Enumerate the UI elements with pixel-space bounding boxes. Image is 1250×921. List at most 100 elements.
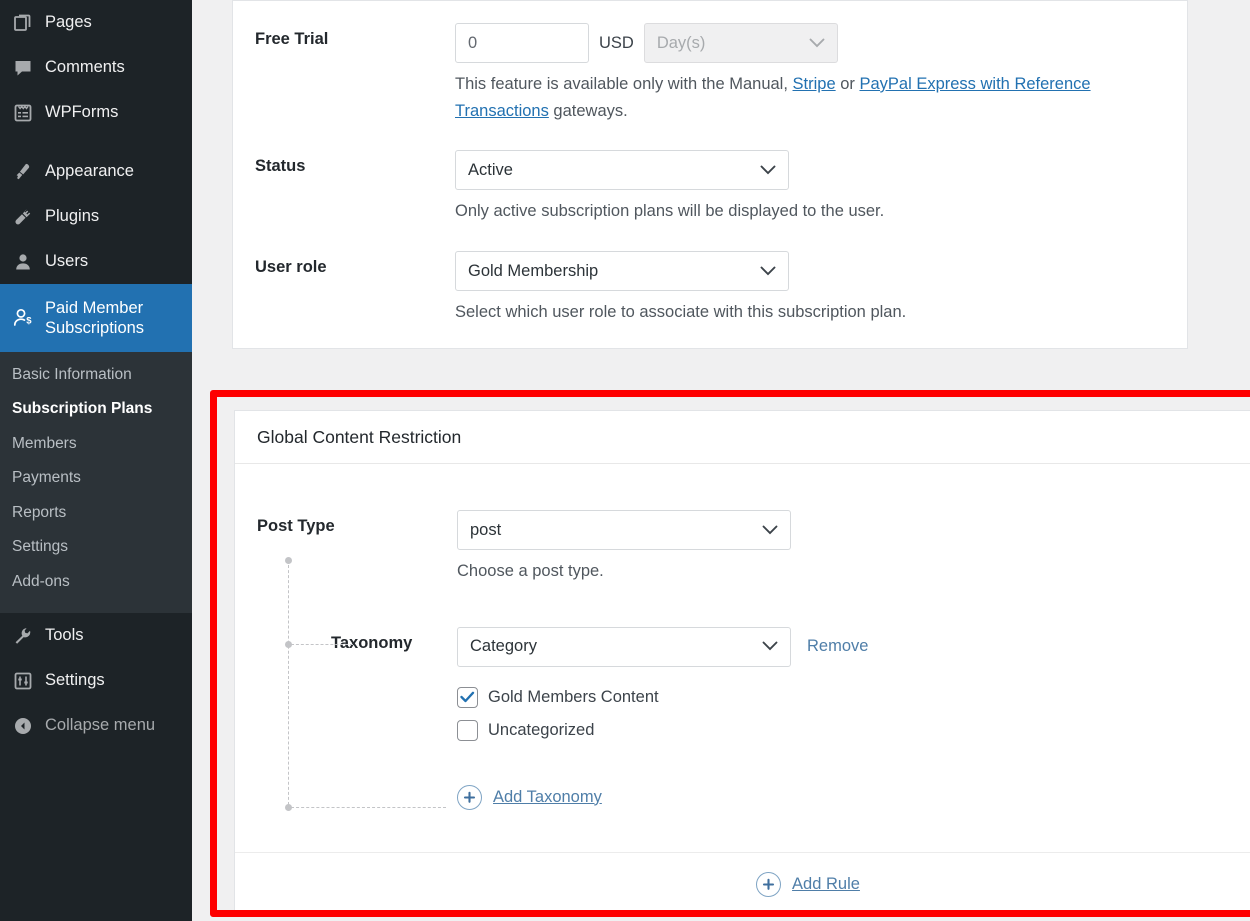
tree-branch-taxonomy — [291, 644, 353, 645]
taxonomy-term-label: Gold Members Content — [488, 687, 659, 706]
sidebar-item-plugins[interactable]: Plugins — [0, 194, 192, 239]
chevron-down-icon — [762, 639, 778, 654]
plugins-icon — [12, 206, 34, 228]
comments-icon — [12, 57, 34, 79]
free-trial-amount-input[interactable]: 0 — [455, 23, 589, 63]
admin-sidebar: Pages Comments WPForms Appearance Plugin… — [0, 0, 192, 921]
sidebar-active-label-line1: Paid Member — [45, 298, 144, 317]
sidebar-item-label: Paid Member Subscriptions — [45, 298, 144, 338]
sidebar-item-basic-information[interactable]: Basic Information — [0, 358, 192, 392]
free-trial-label: Free Trial — [255, 30, 329, 48]
field-row-post-type: Post Type post Choose a post type. — [235, 510, 1250, 585]
sidebar-item-users[interactable]: Users — [0, 239, 192, 284]
chevron-down-icon — [760, 264, 776, 279]
add-rule-button[interactable]: Add Rule — [756, 871, 860, 897]
sidebar-item-label: Plugins — [45, 207, 100, 225]
chevron-down-icon — [762, 523, 778, 538]
tree-branch-add-taxonomy — [291, 807, 446, 808]
paid-member-subscriptions-icon: $ — [12, 307, 34, 329]
plus-circle-icon — [457, 784, 482, 810]
free-trial-period-value: Day(s) — [656, 33, 706, 52]
free-trial-hint-after: gateways. — [548, 101, 628, 120]
free-trial-hint-mid: or — [835, 75, 860, 93]
field-row-status: Status Active Only active subscription p… — [233, 124, 1187, 225]
chevron-down-icon — [809, 36, 825, 51]
sidebar-item-paid-member-subscriptions[interactable]: $ Paid Member Subscriptions — [0, 284, 192, 352]
taxonomy-controls: Category Remove — [457, 626, 1250, 667]
sidebar-item-wpforms[interactable]: WPForms — [0, 90, 192, 135]
field-row-free-trial: Free Trial 0 USD Day(s) This feature is … — [233, 1, 1187, 124]
taxonomy-term-label: Uncategorized — [488, 720, 595, 739]
wpforms-icon — [12, 102, 34, 124]
sidebar-active-label-line2: Subscriptions — [45, 319, 145, 337]
user-role-select[interactable]: Gold Membership — [455, 251, 789, 292]
stripe-link[interactable]: Stripe — [793, 75, 836, 93]
global-content-restriction-panel: Global Content Restriction Post Type pos… — [234, 410, 1250, 917]
restriction-rule: Post Type post Choose a post type. Taxon… — [235, 464, 1250, 852]
wordpress-admin-screen: Pages Comments WPForms Appearance Plugin… — [0, 0, 1250, 921]
sidebar-item-members[interactable]: Members — [0, 427, 192, 461]
sidebar-item-payments[interactable]: Payments — [0, 461, 192, 495]
field-row-taxonomy: Taxonomy Category Remove Gold Members Co… — [235, 585, 1250, 741]
free-trial-currency-label: USD — [599, 33, 634, 52]
free-trial-hint: This feature is available only with the … — [455, 63, 1155, 124]
sidebar-item-label: Appearance — [45, 162, 134, 180]
sidebar-item-comments[interactable]: Comments — [0, 45, 192, 90]
user-role-value: Gold Membership — [468, 261, 599, 280]
users-icon — [12, 251, 34, 273]
sidebar-item-appearance[interactable]: Appearance — [0, 149, 192, 194]
sidebar-item-add-ons[interactable]: Add-ons — [0, 565, 192, 599]
sidebar-item-label: Users — [45, 252, 89, 270]
sidebar-item-settings-main[interactable]: Settings — [0, 658, 192, 703]
chevron-down-icon — [760, 163, 776, 178]
rule-fields: Post Type post Choose a post type. Taxon… — [235, 464, 1250, 852]
sidebar-item-label: Settings — [45, 671, 105, 690]
add-rule-label: Add Rule — [792, 874, 860, 893]
sidebar-item-label: Pages — [45, 13, 92, 31]
panel-footer: Add Rule — [235, 851, 1250, 916]
post-type-select[interactable]: post — [457, 510, 791, 550]
add-taxonomy-row: Add Taxonomy — [235, 741, 1250, 852]
sidebar-item-reports[interactable]: Reports — [0, 496, 192, 530]
main-content: Free Trial 0 USD Day(s) This feature is … — [192, 0, 1250, 921]
sidebar-item-tools[interactable]: Tools — [0, 613, 192, 658]
sidebar-item-label: WPForms — [45, 103, 119, 121]
free-trial-hint-before: This feature is available only with the … — [455, 75, 793, 93]
appearance-icon — [12, 161, 34, 183]
tools-icon — [12, 625, 34, 647]
checkbox-uncategorized[interactable] — [457, 719, 478, 741]
add-taxonomy-button[interactable]: Add Taxonomy — [457, 784, 1250, 810]
pages-icon — [12, 12, 34, 34]
sidebar-item-pages[interactable]: Pages — [0, 0, 192, 45]
field-row-user-role: User role Gold Membership Select which u… — [233, 225, 1187, 326]
free-trial-period-select[interactable]: Day(s) — [643, 23, 838, 63]
taxonomy-select[interactable]: Category — [457, 626, 791, 667]
taxonomy-value: Category — [470, 637, 537, 656]
status-label: Status — [255, 157, 306, 176]
collapse-icon — [12, 715, 34, 737]
tree-connector-line — [288, 560, 289, 810]
sidebar-item-settings[interactable]: Settings — [0, 530, 192, 564]
sidebar-item-collapse-menu[interactable]: Collapse menu — [0, 703, 192, 748]
tree-dot-post-type — [285, 557, 292, 564]
panel-body: Post Type post Choose a post type. Taxon… — [235, 464, 1250, 916]
settings-icon — [12, 670, 34, 692]
sidebar-item-label: Tools — [45, 626, 84, 645]
svg-text:$: $ — [26, 316, 32, 327]
sidebar-item-subscription-plans[interactable]: Subscription Plans — [0, 392, 192, 426]
status-select[interactable]: Active — [455, 150, 789, 191]
subscription-plan-card: Free Trial 0 USD Day(s) This feature is … — [232, 0, 1188, 349]
checkbox-gold-members-content[interactable] — [457, 686, 478, 708]
post-type-value: post — [470, 520, 502, 539]
post-type-hint: Choose a post type. — [457, 562, 604, 580]
taxonomy-term-row: Gold Members Content — [457, 667, 1250, 708]
sidebar-submenu: Basic Information Subscription Plans Mem… — [0, 352, 192, 614]
add-taxonomy-label: Add Taxonomy — [493, 787, 602, 806]
remove-taxonomy-link[interactable]: Remove — [807, 637, 868, 656]
free-trial-controls: 0 USD Day(s) — [455, 23, 1187, 63]
status-hint: Only active subscription plans will be d… — [455, 202, 885, 221]
user-role-label: User role — [255, 258, 327, 277]
plus-circle-icon — [756, 871, 782, 897]
post-type-label: Post Type — [257, 517, 335, 535]
sidebar-item-label: Collapse menu — [45, 716, 156, 735]
